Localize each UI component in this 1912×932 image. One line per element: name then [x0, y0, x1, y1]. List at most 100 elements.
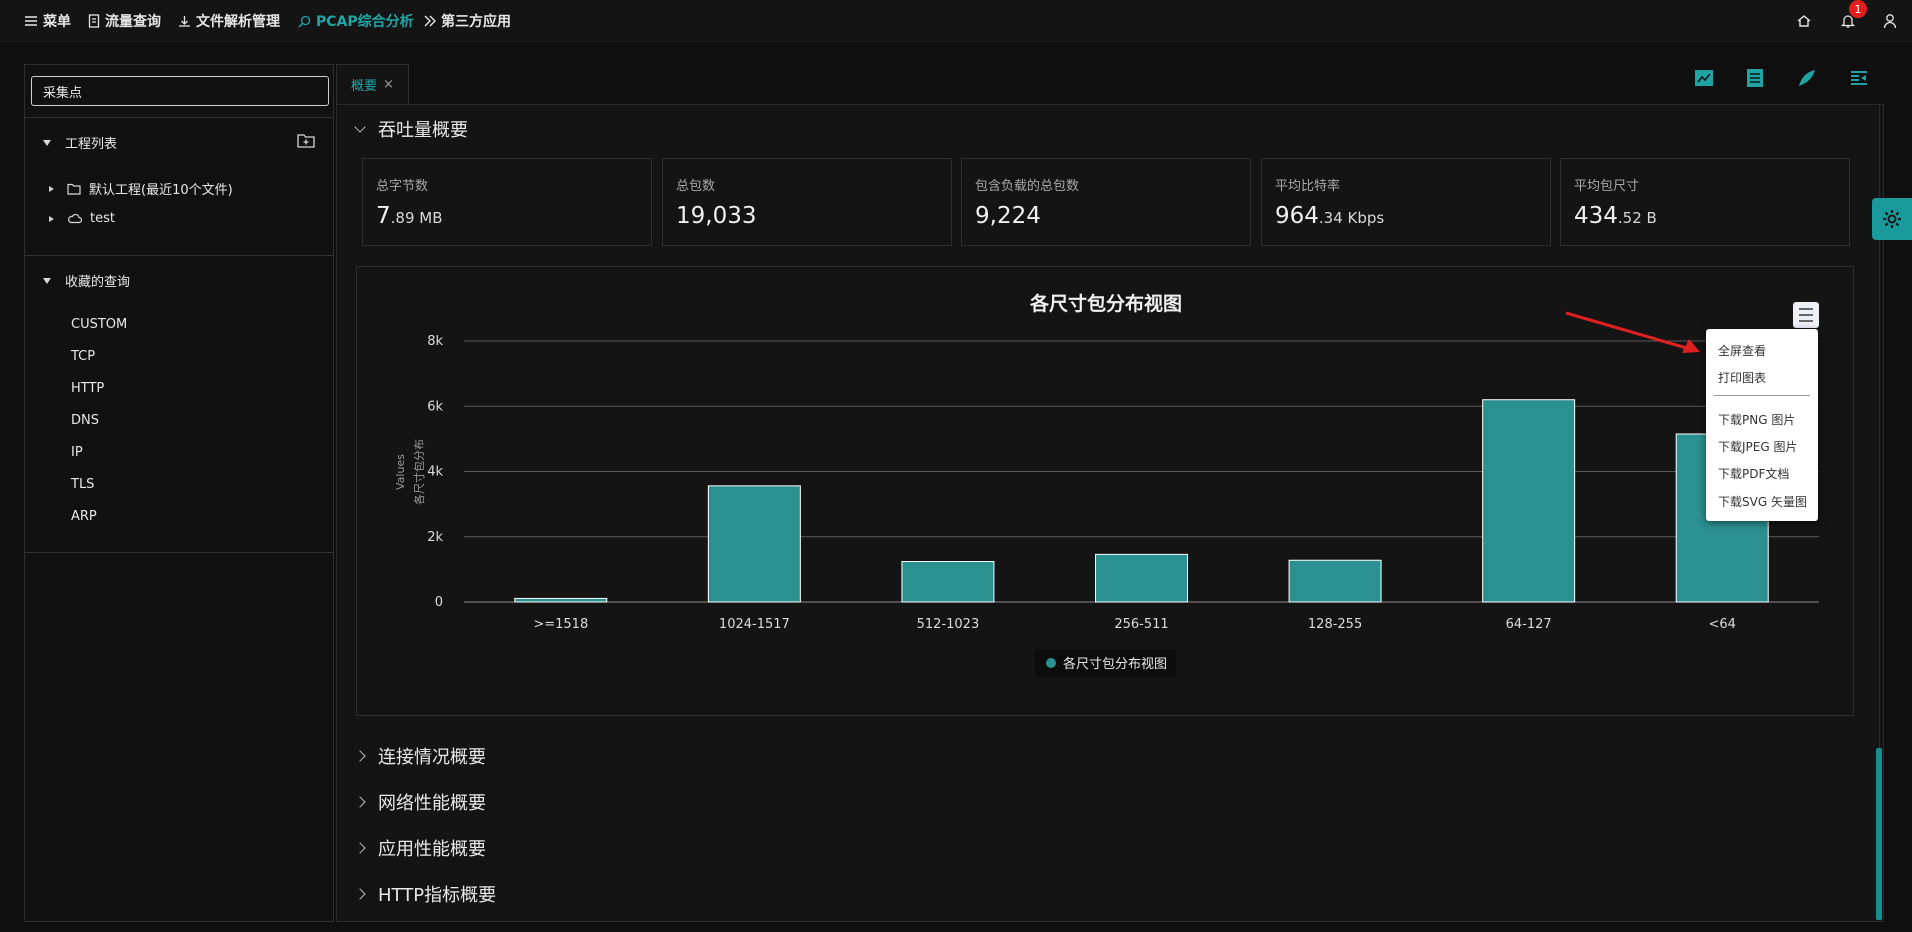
upload-icon [179, 16, 190, 27]
section-title: HTTP指标概要 [378, 885, 497, 906]
add-folder-icon[interactable] [297, 132, 315, 148]
connection-section-header[interactable]: 连接情况概要 [354, 743, 486, 769]
stat-value: 964.34 Kbps [1275, 203, 1385, 229]
y-tick-label: 0 [435, 595, 443, 610]
section-title: 网络性能概要 [378, 793, 486, 814]
legend-label: 各尺寸包分布视图 [1063, 656, 1167, 672]
stat-card-total-bytes: 总字节数 7.89 MB [362, 158, 652, 246]
bar [1482, 399, 1576, 603]
stat-card-avg-bitrate: 平均比特率 964.34 Kbps [1261, 158, 1551, 246]
stat-label: 包含负载的总包数 [975, 179, 1080, 194]
x-tick-label: 1024-1517 [719, 617, 790, 632]
home-button[interactable] [1793, 10, 1815, 32]
stat-value: 9,224 [975, 203, 1041, 229]
y-tick-label: 6k [427, 399, 443, 414]
nav-pcap-analysis[interactable]: PCAP综合分析 [298, 11, 414, 31]
tree-item-label: 默认工程(最近10个文件) [89, 183, 233, 198]
project-list-title: 工程列表 [65, 137, 118, 152]
throughput-section-title: 吞吐量概要 [378, 120, 468, 141]
app-performance-section-header[interactable]: 应用性能概要 [354, 835, 486, 861]
tree-item-test[interactable]: test [49, 211, 115, 226]
favorite-custom[interactable]: CUSTOM [71, 317, 127, 332]
double-chevron-icon [424, 15, 436, 27]
network-performance-section-header[interactable]: 网络性能概要 [354, 789, 486, 815]
search-icon [298, 15, 311, 27]
menu-item-download-jpeg[interactable]: 下载JPEG 图片 [1718, 438, 1797, 455]
stat-card-avg-packet-size: 平均包尺寸 434.52 B [1560, 158, 1850, 246]
y-axis-label: 各尺寸包分布 [412, 439, 426, 505]
stat-label: 平均包尺寸 [1574, 179, 1640, 194]
chevron-right-icon [354, 750, 366, 762]
section-title: 连接情况概要 [378, 747, 486, 768]
http-metrics-section-header[interactable]: HTTP指标概要 [354, 881, 497, 907]
chevron-right-icon [354, 796, 366, 808]
section-title: 应用性能概要 [378, 839, 486, 860]
user-icon [1883, 14, 1897, 29]
x-tick-label: >=1518 [533, 617, 588, 632]
favorite-tcp[interactable]: TCP [71, 349, 95, 364]
tree-item-default-project[interactable]: 默认工程(最近10个文件) [49, 179, 233, 198]
wave-icon[interactable] [1797, 68, 1817, 88]
close-icon[interactable]: × [383, 77, 394, 92]
menu-separator [1714, 395, 1810, 396]
menu-item-download-svg[interactable]: 下载SVG 矢量图 [1718, 493, 1807, 510]
x-tick-label: 64-127 [1506, 617, 1552, 632]
nav-menu-label: 菜单 [43, 14, 71, 30]
stat-label: 平均比特率 [1275, 179, 1341, 194]
y-axis-label-values: Values [394, 454, 407, 490]
notification-badge: 1 [1849, 0, 1867, 18]
chart-menu-button[interactable] [1793, 302, 1819, 328]
favorite-http[interactable]: HTTP [71, 381, 104, 396]
menu-item-download-png[interactable]: 下载PNG 图片 [1718, 411, 1795, 428]
menu-item-print[interactable]: 打印图表 [1718, 369, 1766, 386]
line-chart-icon[interactable] [1694, 68, 1714, 88]
nav-menu[interactable]: 菜单 [24, 11, 71, 31]
menu-item-download-pdf[interactable]: 下载PDF文档 [1718, 465, 1789, 482]
nav-traffic-query-label: 流量查询 [105, 14, 161, 30]
y-tick-label: 2k [427, 530, 443, 545]
user-button[interactable] [1879, 10, 1901, 32]
favorite-dns[interactable]: DNS [71, 413, 99, 428]
divider [25, 255, 333, 256]
gear-icon [1883, 210, 1901, 228]
chevron-right-icon [354, 888, 366, 900]
stat-value: 19,033 [676, 203, 757, 229]
home-icon [1797, 15, 1811, 27]
annotation-arrow-icon [1565, 311, 1700, 353]
sidebar: 工程列表 默认工程(最近10个文件) test 收藏的查询 CUSTOM TCP… [24, 64, 334, 922]
cloud-icon [68, 213, 82, 224]
throughput-section-header[interactable]: 吞吐量概要 [354, 116, 468, 142]
favorites-header[interactable]: 收藏的查询 [43, 271, 130, 290]
project-list-header[interactable]: 工程列表 [43, 133, 117, 152]
tab-overview-label: 概要 [351, 79, 378, 94]
favorite-ip[interactable]: IP [71, 445, 83, 460]
divider [25, 552, 333, 553]
x-tick-label: 512-1023 [917, 617, 980, 632]
tree-item-label: test [90, 211, 115, 226]
caret-down-icon [43, 139, 51, 146]
nav-traffic-query[interactable]: 流量查询 [88, 11, 161, 31]
table-icon[interactable] [1745, 68, 1765, 88]
x-tick-label: <64 [1708, 617, 1735, 632]
x-tick-label: 128-255 [1308, 617, 1362, 632]
y-tick-label: 4k [427, 465, 443, 480]
settings-button[interactable] [1872, 198, 1912, 240]
favorite-tls[interactable]: TLS [71, 477, 94, 492]
stat-value: 7.89 MB [376, 203, 443, 229]
menu-item-fullscreen[interactable]: 全屏查看 [1718, 342, 1766, 359]
nav-file-parse[interactable]: 文件解析管理 [178, 11, 280, 31]
favorite-arp[interactable]: ARP [71, 509, 97, 524]
scrollbar-thumb[interactable] [1876, 748, 1882, 920]
stat-value: 434.52 B [1574, 203, 1657, 229]
tab-overview[interactable]: 概要 × [336, 64, 409, 104]
collection-point-input[interactable] [31, 76, 329, 106]
nav-third-party[interactable]: 第三方应用 [423, 11, 511, 31]
stat-label: 总包数 [676, 179, 716, 194]
divider [25, 117, 333, 118]
top-navigation-bar: 菜单 流量查询 文件解析管理 PCAP综合分析 第三方应用 1 [0, 0, 1912, 42]
nav-pcap-analysis-label: PCAP综合分析 [316, 14, 414, 30]
list-panel-icon[interactable] [1849, 68, 1869, 88]
folder-icon [67, 183, 81, 195]
chart-export-menu: 全屏查看 打印图表 下载PNG 图片 下载JPEG 图片 下载PDF文档 下载S… [1706, 329, 1818, 521]
caret-down-icon [43, 277, 51, 284]
